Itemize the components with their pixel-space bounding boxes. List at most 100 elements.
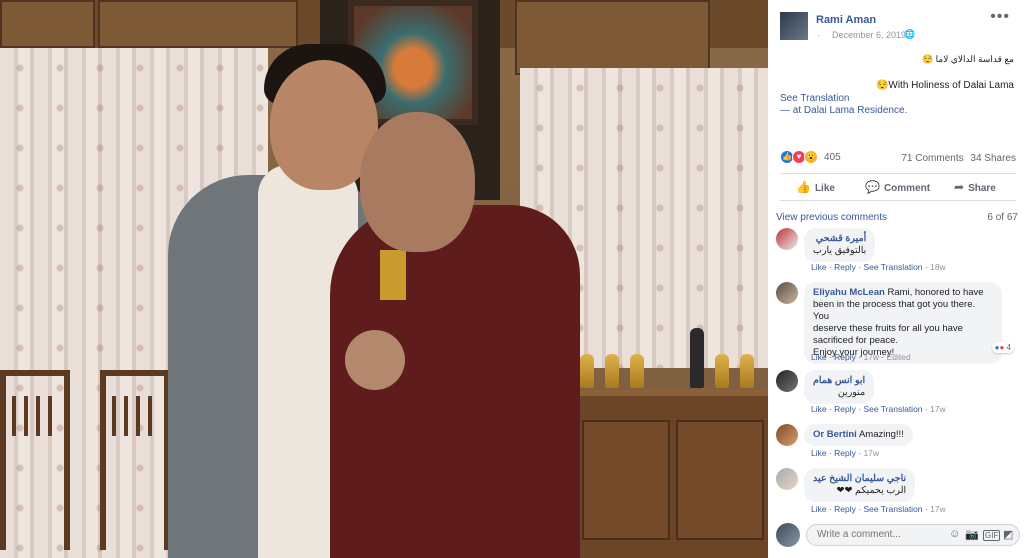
comment-text-line: been in the process that got you there. … bbox=[813, 299, 976, 322]
location-line: — at Dalai Lama Residence. bbox=[780, 105, 907, 116]
golden-statue bbox=[580, 354, 594, 388]
post-header: Rami Aman · December 6, 2019 🌐 ••• bbox=[780, 8, 1012, 42]
comment-text: منورين bbox=[837, 387, 866, 398]
comment-reply-link[interactable]: Reply bbox=[834, 404, 856, 414]
wood-panel bbox=[0, 0, 95, 48]
comment-button[interactable]: 💬 Comment bbox=[865, 180, 930, 194]
comment-bubble: ابو انس همام منورين bbox=[804, 370, 875, 404]
comment-actions: Like · Reply · 17w · Edited bbox=[811, 352, 911, 362]
location-suffix: . bbox=[904, 105, 908, 116]
gif-icon[interactable]: GIF bbox=[983, 530, 1001, 541]
commenter-avatar[interactable] bbox=[776, 468, 798, 490]
comment-react-count: 4 bbox=[1006, 343, 1011, 352]
camera-icon[interactable]: 📷 bbox=[965, 528, 979, 541]
commenter-avatar[interactable] bbox=[776, 370, 798, 392]
post-text-arabic: مع قداسة الدالاي لاما 😌 bbox=[921, 54, 1014, 64]
cabinet-door bbox=[582, 420, 670, 540]
location-link[interactable]: Dalai Lama Residence bbox=[804, 105, 905, 116]
author-name[interactable]: Rami Aman bbox=[816, 14, 876, 26]
commenter-name[interactable]: ناجي سليمان الشيخ عيد bbox=[813, 473, 906, 485]
separator: · bbox=[817, 30, 820, 40]
view-previous-comments[interactable]: View previous comments bbox=[776, 212, 887, 223]
comment-text: Amazing!!! bbox=[858, 429, 904, 440]
comment-reply-link[interactable]: Reply bbox=[834, 448, 856, 458]
commenter-avatar[interactable] bbox=[776, 228, 798, 250]
comment-actions: Like · Reply · See Translation · 17w bbox=[811, 504, 946, 514]
comment-composer: ☺ 📷 GIF ◩ bbox=[776, 522, 1020, 548]
comment-actions: Like · Reply · See Translation · 17w bbox=[811, 404, 946, 414]
comment-time[interactable]: 17w bbox=[863, 448, 879, 458]
commenter-name[interactable]: ابو انس همام bbox=[813, 375, 865, 387]
post-stats: 71 Comments 34 Shares bbox=[897, 153, 1016, 164]
comment-text: الرب يحميكم ❤❤ bbox=[836, 485, 907, 496]
post-text-english: 😌With Holiness of Dalai Lama bbox=[875, 80, 1014, 91]
comment-time[interactable]: 17w bbox=[930, 504, 946, 514]
comment-translation-link[interactable]: See Translation bbox=[863, 504, 922, 514]
comment-time[interactable]: 17w bbox=[863, 352, 879, 362]
comment-like-link[interactable]: Like bbox=[811, 352, 827, 362]
golden-statue bbox=[740, 354, 754, 388]
commenter-name[interactable]: Eliyahu McLean bbox=[813, 287, 885, 298]
love-icon: ● bbox=[999, 343, 1005, 352]
like-label: Like bbox=[814, 183, 835, 194]
comment-label: Comment bbox=[883, 183, 931, 194]
comment-time[interactable]: 17w bbox=[930, 404, 946, 414]
comment-input[interactable] bbox=[817, 529, 927, 540]
comment-like-link[interactable]: Like bbox=[811, 404, 827, 414]
like-button[interactable]: 👍 Like bbox=[796, 180, 835, 194]
see-translation-link[interactable]: See Translation bbox=[780, 93, 850, 104]
comment-reply-link[interactable]: Reply bbox=[834, 504, 856, 514]
golden-statue bbox=[630, 354, 644, 388]
comment-bubble: أميرة قشحي بالتوفيق يارب bbox=[804, 228, 876, 262]
comment-reply-link[interactable]: Reply bbox=[834, 262, 856, 272]
emoji-icon[interactable]: ☺ bbox=[949, 528, 960, 540]
post-actions-bar: 👍 Like 💬 Comment ➦ Share bbox=[780, 173, 1016, 201]
chair bbox=[0, 370, 70, 550]
current-user-avatar bbox=[776, 523, 800, 547]
comment-text-line: sacrificed for peace. bbox=[813, 335, 899, 346]
wood-panel bbox=[515, 0, 710, 75]
comment-translation-link[interactable]: See Translation bbox=[863, 262, 922, 272]
commenter-avatar[interactable] bbox=[776, 282, 798, 304]
wood-panel bbox=[98, 0, 298, 48]
comment-like-link[interactable]: Like bbox=[811, 448, 827, 458]
more-options-icon[interactable]: ••• bbox=[990, 8, 1010, 26]
photo-viewer: Rami Aman · December 6, 2019 🌐 ••• مع قد… bbox=[0, 0, 1024, 558]
post-photo[interactable] bbox=[0, 0, 768, 558]
comment-text-line: Rami, honored to have bbox=[887, 287, 984, 298]
comment-translation-link[interactable]: See Translation bbox=[863, 404, 922, 414]
comment-bubble: Or Bertini Amazing!!! bbox=[804, 424, 913, 446]
wow-icon: 😮 bbox=[804, 150, 818, 164]
chair bbox=[100, 370, 170, 550]
share-button[interactable]: ➦ Share bbox=[954, 180, 996, 194]
clasped-hands bbox=[345, 330, 405, 390]
comment-like-link[interactable]: Like bbox=[811, 504, 827, 514]
comments-section: View previous comments 6 of 67 أميرة قشح… bbox=[768, 204, 1024, 558]
thumbs-up-icon: 👍 bbox=[796, 180, 811, 194]
comment-edited[interactable]: Edited bbox=[887, 352, 911, 362]
commenter-avatar[interactable] bbox=[776, 424, 798, 446]
cabinet-door bbox=[676, 420, 764, 540]
reaction-count: 405 bbox=[824, 152, 841, 163]
comment-text-line: deserve these fruits for all you have bbox=[813, 323, 963, 334]
comment-time[interactable]: 18w bbox=[930, 262, 946, 272]
share-icon: ➦ bbox=[954, 180, 965, 194]
comments-count[interactable]: 71 Comments bbox=[901, 153, 963, 164]
commenter-name[interactable]: أميرة قشحي bbox=[813, 233, 867, 245]
comment-actions: Like · Reply · 17w bbox=[811, 448, 880, 458]
comment-reply-link[interactable]: Reply bbox=[834, 352, 856, 362]
comment-input-box[interactable]: ☺ 📷 GIF ◩ bbox=[806, 524, 1020, 546]
comment-icon: 💬 bbox=[865, 180, 880, 194]
author-avatar[interactable] bbox=[780, 12, 808, 40]
comment-like-link[interactable]: Like bbox=[811, 262, 827, 272]
post-sidebar: Rami Aman · December 6, 2019 🌐 ••• مع قد… bbox=[768, 0, 1024, 558]
comment-reactions[interactable]: ●● 4 bbox=[991, 342, 1014, 353]
sticker-icon[interactable]: ◩ bbox=[1003, 528, 1013, 541]
monk-face bbox=[360, 112, 475, 252]
at-prefix: — at bbox=[780, 105, 804, 116]
buddha-statue bbox=[690, 328, 704, 388]
shares-count[interactable]: 34 Shares bbox=[970, 153, 1016, 164]
commenter-name[interactable]: Or Bertini bbox=[813, 429, 857, 440]
globe-icon: 🌐 bbox=[904, 29, 916, 39]
post-date[interactable]: December 6, 2019 bbox=[832, 30, 906, 40]
